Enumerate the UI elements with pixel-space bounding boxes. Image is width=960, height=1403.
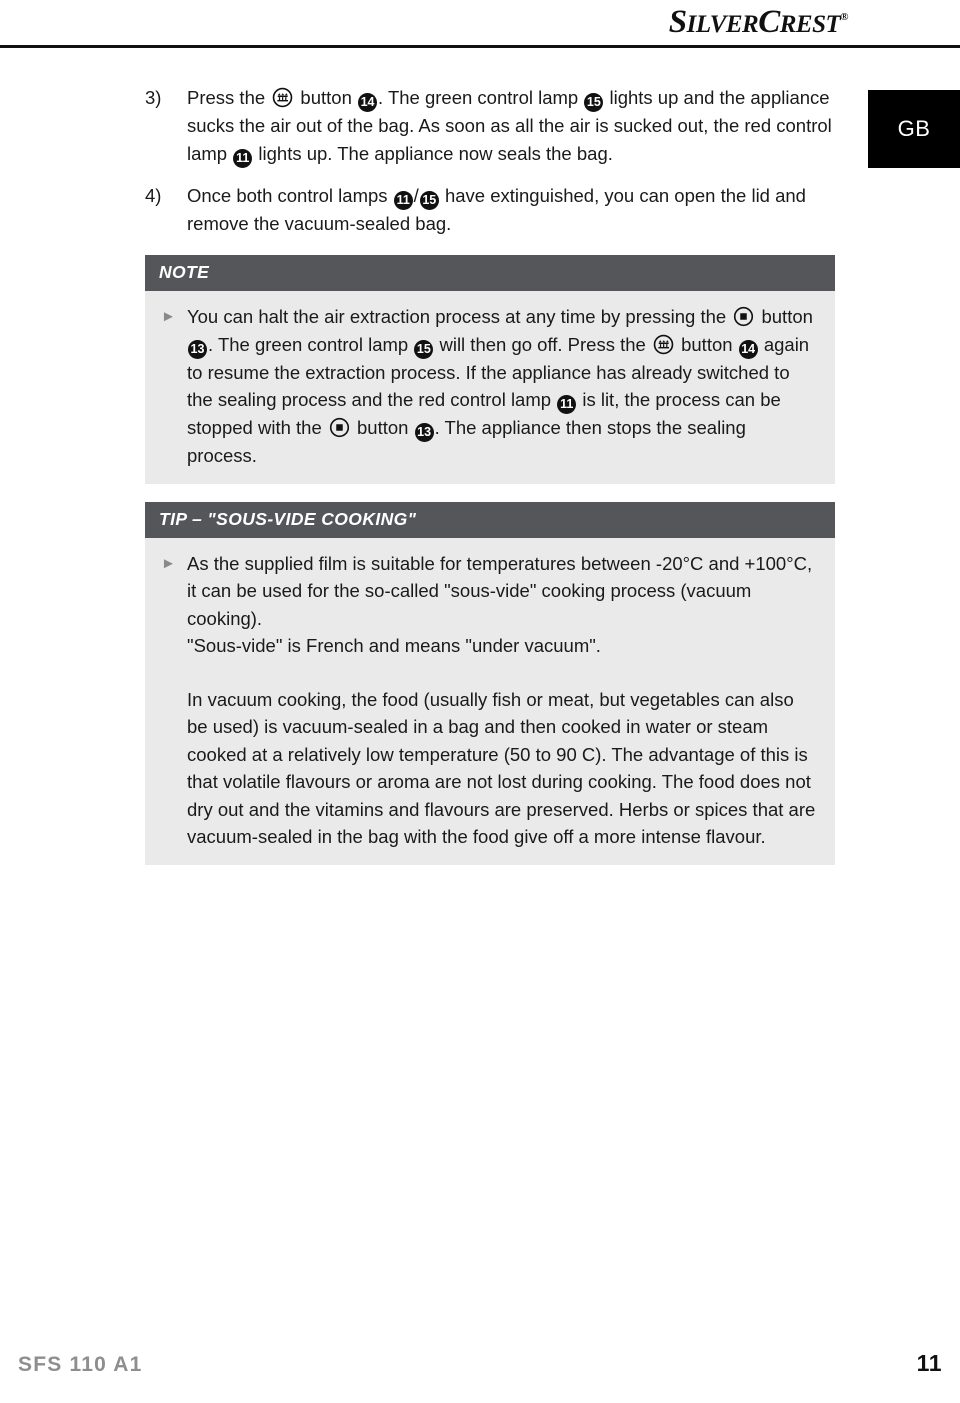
registered-mark-icon: ® xyxy=(840,11,848,23)
silvercrest-logo: SILVERCREST® xyxy=(668,4,849,41)
tip-bullet-text: As the supplied film is suitable for tem… xyxy=(187,552,813,657)
part-reference-13: 13 xyxy=(414,423,434,442)
vacuum-button-icon xyxy=(653,334,674,355)
part-reference-15: 15 xyxy=(584,93,604,112)
page-content: 3) Press the button 14. The green contro… xyxy=(145,84,835,865)
note-bullet-text: You can halt the air extraction process … xyxy=(187,306,813,466)
part-reference-11: 11 xyxy=(393,190,413,210)
step-text: Press the button 14. The green control l… xyxy=(187,84,835,168)
instruction-steps: 3) Press the button 14. The green contro… xyxy=(145,84,835,237)
logo-word-rest: REST xyxy=(779,11,841,38)
stop-button-icon xyxy=(733,306,754,327)
page-footer: SFS 110 A1 11 xyxy=(0,1343,960,1377)
part-reference-11: 11 xyxy=(557,395,577,414)
footer-model-label: SFS 110 A1 xyxy=(18,1353,143,1376)
bullet-arrow-icon: ► xyxy=(161,308,176,325)
country-code-label: GB xyxy=(897,116,931,141)
part-reference-14: 14 xyxy=(358,93,378,112)
tip-callout-title: TIP – "SOUS-VIDE COOKING" xyxy=(145,501,835,538)
part-reference-15: 15 xyxy=(419,190,439,210)
header-divider-rule xyxy=(0,45,960,48)
footer-page-number: 11 xyxy=(916,1350,942,1376)
part-reference-15: 15 xyxy=(414,339,434,359)
tip-callout: TIP – "SOUS-VIDE COOKING" ► As the suppl… xyxy=(145,501,835,865)
step-item: 4) Once both control lamps 11/15 have ex… xyxy=(145,182,835,238)
tip-paragraph: In vacuum cooking, the food (usually fis… xyxy=(187,688,816,848)
tip-callout-body: ► As the supplied film is suitable for t… xyxy=(145,537,835,865)
step-item: 3) Press the button 14. The green contro… xyxy=(145,84,835,168)
part-reference-14: 14 xyxy=(738,339,758,359)
logo-letter-c: C xyxy=(758,4,780,40)
step-text: Once both control lamps 11/15 have extin… xyxy=(187,184,806,234)
country-code-badge: GB xyxy=(868,90,960,168)
vacuum-button-icon xyxy=(272,87,293,108)
logo-letter-s: S xyxy=(668,4,687,40)
logo-word-ilver: ILVER xyxy=(686,11,759,38)
page-header: SILVERCREST® xyxy=(0,0,960,48)
bullet-arrow-icon: ► xyxy=(161,554,176,572)
note-callout-title: NOTE xyxy=(145,255,835,291)
note-callout: NOTE ► You can halt the air extraction p… xyxy=(145,255,835,484)
step-number: 4) xyxy=(145,184,162,206)
part-reference-13: 13 xyxy=(188,339,207,359)
tip-bullet-row: ► As the supplied film is suitable for t… xyxy=(161,550,819,660)
stop-button-icon xyxy=(329,417,350,438)
part-reference-11: 11 xyxy=(233,148,253,168)
note-bullet-row: ► You can halt the air extraction proces… xyxy=(161,303,819,470)
step-number: 3) xyxy=(145,87,162,108)
note-callout-body: ► You can halt the air extraction proces… xyxy=(145,291,835,484)
